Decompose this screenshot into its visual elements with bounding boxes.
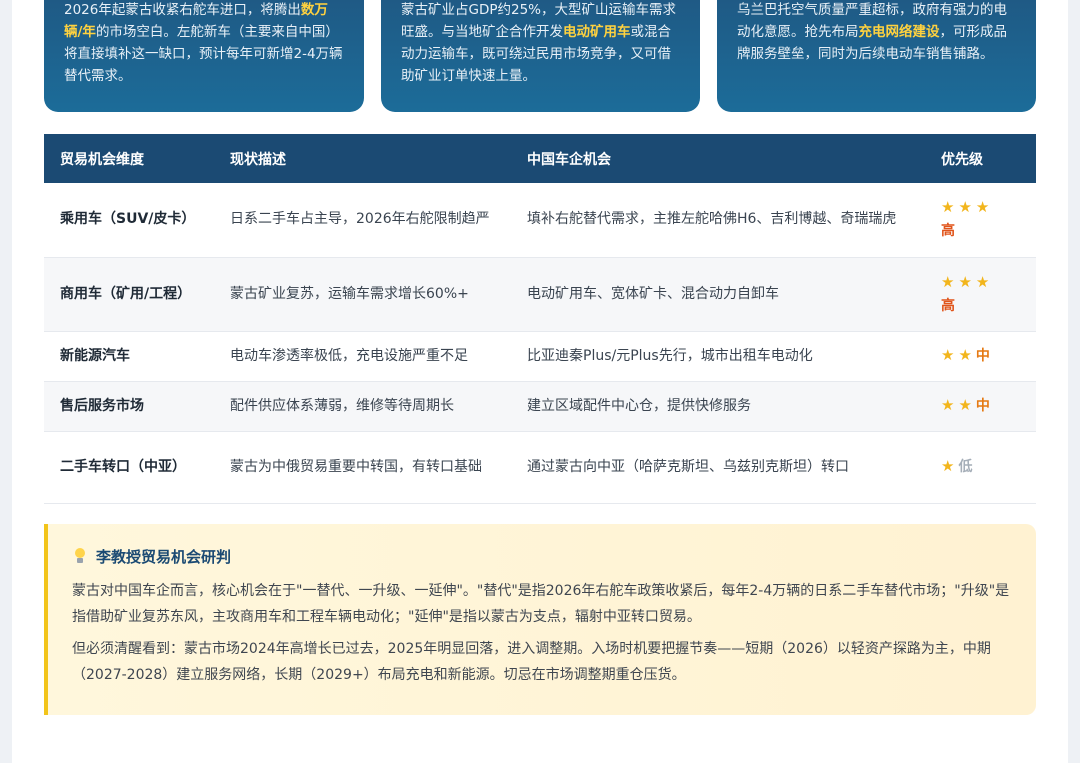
card-charging: 乌兰巴托空气质量严重超标，政府有强力的电动化意愿。抢先布局充电网络建设，可形成品… <box>717 0 1036 112</box>
note-paragraph-2: 但必须清醒看到：蒙古市场2024年高增长已过去，2025年明显回落，进入调整期。… <box>72 641 991 683</box>
star-icons: ★★ <box>941 396 976 414</box>
note-title: 李教授贸易机会研判 <box>72 544 1012 568</box>
cell-status: 蒙古为中俄贸易重要中转国，有转口基础 <box>214 431 511 504</box>
table-row: 新能源汽车 电动车渗透率极低，充电设施严重不足 比亚迪秦Plus/元Plus先行，城… <box>44 331 1036 382</box>
cell-dimension: 商用车（矿用/工程） <box>44 257 214 332</box>
cell-opportunity: 电动矿用车、宽体矿卡、混合动力自卸车 <box>511 257 925 332</box>
card-highlight: 充电网络建设 <box>858 24 940 40</box>
card-text: 2026年起蒙古收紧右舵车进口，将腾出数万辆/年的市场空白。左舵新车（主要来自中… <box>64 2 343 84</box>
star-icons: ★★★ <box>941 272 994 291</box>
header-priority: 优先级 <box>925 134 1036 183</box>
cell-dimension: 新能源汽车 <box>44 331 214 382</box>
priority-level: 高 <box>941 223 955 240</box>
star-icons: ★★★ <box>941 198 994 217</box>
priority-level: 中 <box>975 348 990 364</box>
card-highlight: 电动矿用车 <box>563 24 631 40</box>
table-row: 商用车（矿用/工程） 蒙古矿业复苏，运输车需求增长60%+ 电动矿用车、宽体矿卡、混… <box>44 257 1036 332</box>
table-row: 二手车转口（中亚） 蒙古为中俄贸易重要中转国，有转口基础 通过蒙古向中亚（哈萨克斯坦… <box>44 431 1036 504</box>
priority-level: 中 <box>975 398 990 414</box>
header-opportunity: 中国车企机会 <box>511 134 925 183</box>
cell-priority: ★★★ 高 <box>925 257 1036 332</box>
cell-priority: ★低 <box>925 431 1036 504</box>
page: 2026年起蒙古收紧右舵车进口，将腾出数万辆/年的市场空白。左舵新车（主要来自中… <box>12 0 1068 763</box>
cell-priority: ★★★ 高 <box>925 183 1036 258</box>
cell-status: 电动车渗透率极低，充电设施严重不足 <box>214 331 511 382</box>
table-row: 乘用车（SUV/皮卡） 日系二手车占主导，2026年右舵限制趋严 填补右舵替代需求，… <box>44 183 1036 258</box>
cell-opportunity: 建立区域配件中心仓，提供快修服务 <box>511 381 925 432</box>
cell-priority: ★★中 <box>925 381 1036 432</box>
header-dimension: 贸易机会维度 <box>44 134 214 183</box>
cell-opportunity: 比亚迪秦Plus/元Plus先行，城市出租车电动化 <box>511 331 925 382</box>
cell-status: 蒙古矿业复苏，运输车需求增长60%+ <box>214 257 511 332</box>
card-right-hand-drive: 2026年起蒙古收紧右舵车进口，将腾出数万辆/年的市场空白。左舵新车（主要来自中… <box>44 0 364 112</box>
cell-opportunity: 通过蒙古向中亚（哈萨克斯坦、乌兹别克斯坦）转口 <box>511 431 925 504</box>
lightbulb-icon <box>72 547 88 565</box>
cell-status: 配件供应体系薄弱，维修等待周期长 <box>214 381 511 432</box>
card-mining: 蒙古矿业占GDP约25%，大型矿山运输车需求旺盛。与当地矿企合作开发电动矿用车或… <box>381 0 700 112</box>
star-icons: ★ <box>941 457 959 475</box>
cell-dimension: 售后服务市场 <box>44 381 214 432</box>
cell-status: 日系二手车占主导，2026年右舵限制趋严 <box>214 183 511 258</box>
opportunity-table: 贸易机会维度 现状描述 中国车企机会 优先级 乘用车（SUV/皮卡） 日系二手车占… <box>44 134 1036 504</box>
opportunity-cards: 2026年起蒙古收紧右舵车进口，将腾出数万辆/年的市场空白。左舵新车（主要来自中… <box>44 0 1036 112</box>
card-text: 乌兰巴托空气质量严重超标，政府有强力的电动化意愿。抢先布局充电网络建设，可形成品… <box>737 2 1007 62</box>
cell-dimension: 乘用车（SUV/皮卡） <box>44 183 214 258</box>
header-status: 现状描述 <box>214 134 511 183</box>
note-paragraph-1: 蒙古对中国车企而言，核心机会在于"一替代、一升级、一延伸"。"替代"是指2026… <box>72 583 1010 625</box>
priority-level: 高 <box>941 297 955 314</box>
cell-dimension: 二手车转口（中亚） <box>44 431 214 504</box>
analysis-note: 李教授贸易机会研判 蒙古对中国车企而言，核心机会在于"一替代、一升级、一延伸"。… <box>44 524 1036 715</box>
cell-priority: ★★中 <box>925 331 1036 382</box>
priority-level: 低 <box>958 459 973 475</box>
card-text: 蒙古矿业占GDP约25%，大型矿山运输车需求旺盛。与当地矿企合作开发电动矿用车或… <box>401 2 677 84</box>
star-icons: ★★ <box>941 346 976 364</box>
table-row: 售后服务市场 配件供应体系薄弱，维修等待周期长 建立区域配件中心仓，提供快修服务 ★★… <box>44 381 1036 432</box>
cell-opportunity: 填补右舵替代需求，主推左舵哈佛H6、吉利博越、奇瑞瑞虎 <box>511 183 925 258</box>
table-header-row: 贸易机会维度 现状描述 中国车企机会 优先级 <box>44 134 1036 183</box>
